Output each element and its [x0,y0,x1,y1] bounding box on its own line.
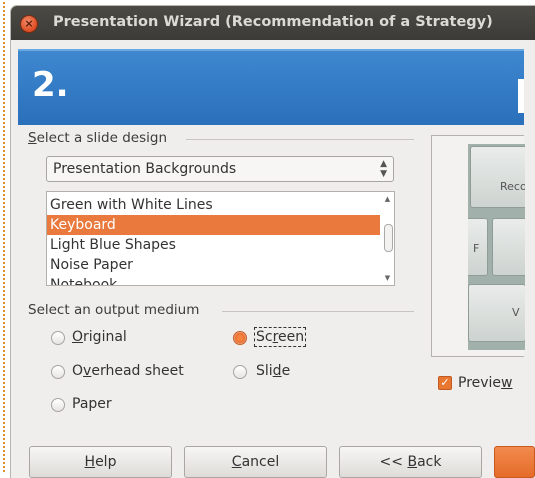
next-button[interactable] [494,446,535,478]
radio-slide[interactable] [233,365,247,379]
preview-key [492,218,525,276]
radio-slide-label[interactable]: Slide [256,363,290,379]
preview-frame: Reco F V [431,135,525,357]
step-number: 2. [32,65,69,105]
preview-key-label: F [473,242,480,255]
design-category-select[interactable]: Presentation Backgrounds ▲ ▼ [46,156,394,182]
list-scrollbar[interactable]: ▲ ▼ [382,194,393,283]
banner-logo-edge [518,79,524,113]
step-banner: 2. [18,49,524,125]
title-bar: × Presentation Wizard (Recommendation of… [11,6,535,40]
group-divider [222,311,414,312]
back-button[interactable]: << Back [339,446,482,478]
preview-key-label: Reco [500,180,525,193]
list-item[interactable]: Notebook [47,275,380,285]
scroll-down-icon[interactable]: ▼ [382,273,393,283]
list-item[interactable]: Noise Paper [47,255,380,275]
preview-checkbox[interactable]: ✓ [438,376,452,390]
list-item[interactable]: Green with White Lines [47,195,380,215]
design-category-value: Presentation Backgrounds [53,161,237,177]
help-button[interactable]: Help [29,446,172,478]
preview-key [470,146,525,208]
keyboard-preview-image: Reco F V [468,144,525,350]
slide-design-label: Select a slide design [28,130,167,146]
scroll-up-icon[interactable]: ▲ [382,194,393,204]
close-icon[interactable]: × [21,16,37,32]
radio-paper-label[interactable]: Paper [72,396,112,412]
radio-screen[interactable] [233,331,247,345]
output-medium-label: Select an output medium [28,302,200,318]
radio-original[interactable] [51,331,65,345]
preview-key-label: V [512,306,520,319]
radio-original-label[interactable]: Original [72,329,127,345]
scroll-thumb[interactable] [384,224,393,252]
design-list[interactable]: Green with White Lines Keyboard Light Bl… [46,191,395,286]
group-divider [186,139,414,140]
selection-border [3,2,5,472]
preview-checkbox-label[interactable]: Preview [458,375,513,391]
radio-paper[interactable] [51,398,65,412]
radio-overhead-sheet-label[interactable]: Overhead sheet [72,363,184,379]
cancel-button[interactable]: Cancel [184,446,327,478]
window-title: Presentation Wizard (Recommendation of a… [53,14,493,30]
list-item-selected[interactable]: Keyboard [47,215,380,235]
radio-screen-label[interactable]: Screen [253,327,307,347]
select-arrows-icon: ▲ ▼ [380,159,387,179]
radio-overhead-sheet[interactable] [51,365,65,379]
list-item[interactable]: Light Blue Shapes [47,235,380,255]
